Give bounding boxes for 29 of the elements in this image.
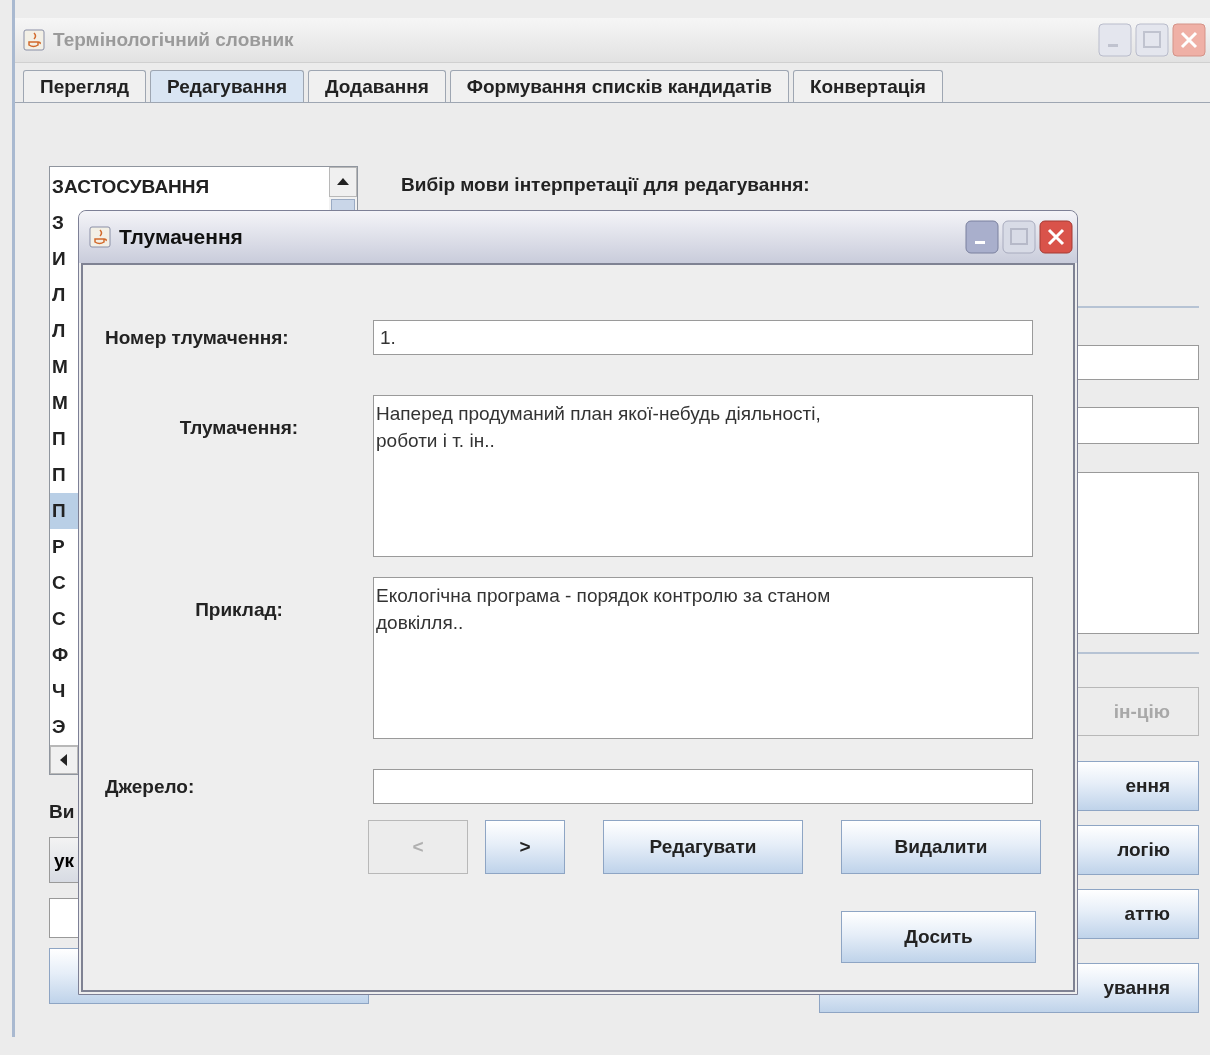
language-label: Ви	[49, 801, 75, 824]
close-button[interactable]: Досить	[841, 911, 1036, 963]
window-title: Термінологічний словник	[53, 29, 295, 51]
field-label: Тлумачення:	[178, 416, 300, 440]
scroll-up-icon[interactable]	[329, 167, 357, 197]
field-label: Номер тлумачення:	[104, 326, 290, 349]
text-field[interactable]: 1.	[373, 320, 1033, 355]
cup-icon	[23, 29, 45, 51]
action-button[interactable]: Видалити	[841, 820, 1041, 874]
scroll-left-icon[interactable]	[50, 746, 78, 774]
tab[interactable]: Перегляд	[23, 70, 147, 102]
close-icon[interactable]	[1172, 23, 1206, 57]
dialog-title: Тлумачення	[119, 225, 244, 249]
minimize-icon[interactable]	[965, 220, 999, 254]
tab[interactable]: Додавання	[308, 70, 446, 102]
action-button[interactable]: Редагувати	[603, 820, 803, 874]
text-area[interactable]: Наперед продуманий план якої-небудь діяльності, роботи і т. ін..	[373, 395, 1033, 557]
tab[interactable]: Редагування	[150, 70, 304, 102]
language-heading: Вибір мови інтерпретації для редагування:	[401, 174, 811, 197]
cup-icon	[89, 226, 111, 248]
tab[interactable]: Конвертація	[792, 70, 943, 102]
nav-button[interactable]: >	[485, 820, 565, 874]
field-label: Приклад:	[194, 598, 284, 622]
text-area[interactable]: Екологічна програма - порядок контролю за станом довкілля..	[373, 577, 1033, 739]
tab[interactable]: Формування списків кандидатів	[449, 70, 789, 102]
close-icon[interactable]	[1039, 220, 1073, 254]
list-item[interactable]: ЗАСТОСУВАННЯ	[50, 169, 329, 205]
text-field[interactable]	[373, 769, 1033, 804]
field-label: Джерело:	[104, 775, 196, 798]
